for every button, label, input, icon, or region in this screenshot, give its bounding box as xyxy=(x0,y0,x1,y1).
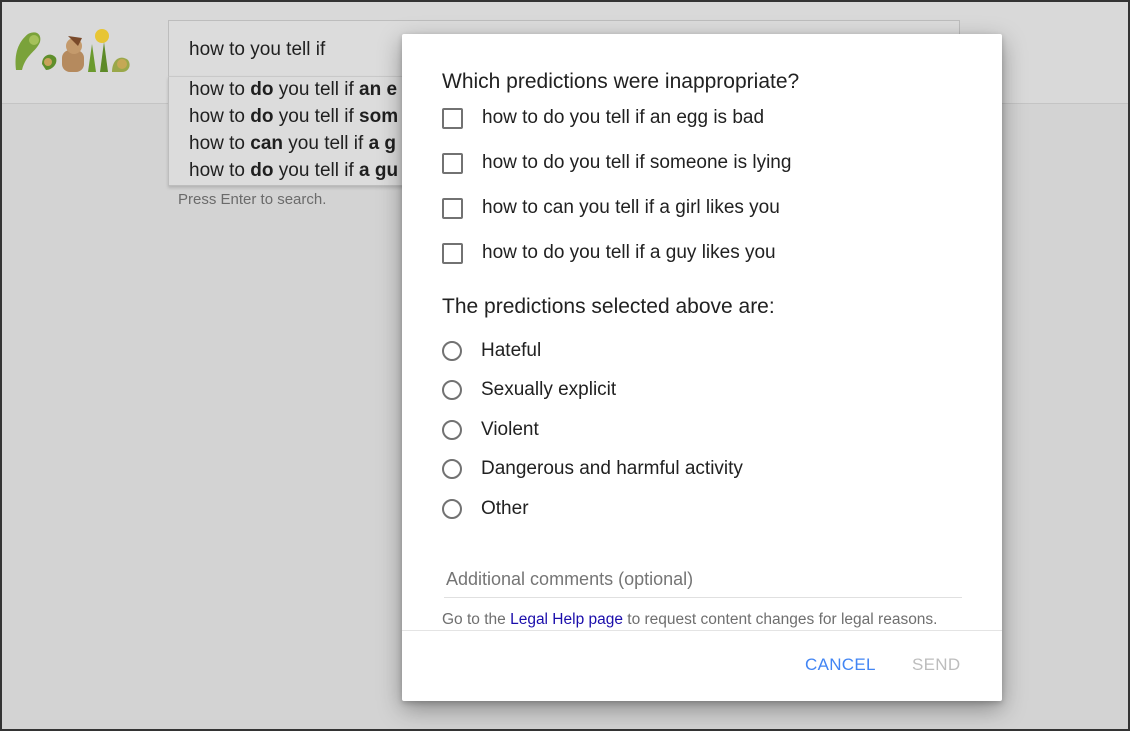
cancel-button[interactable]: CANCEL xyxy=(805,655,876,675)
google-doodle-logo[interactable] xyxy=(12,24,134,76)
legal-help-link[interactable]: Legal Help page xyxy=(510,611,623,628)
prediction-label: how to can you tell if a girl likes you xyxy=(482,197,780,218)
autocomplete-item[interactable]: how to do you tell if an e xyxy=(189,79,397,101)
footer-divider xyxy=(402,630,1002,631)
category-label: Other xyxy=(481,498,529,519)
send-button[interactable]: SEND xyxy=(912,655,960,675)
prediction-label: how to do you tell if someone is lying xyxy=(482,152,792,173)
autocomplete-item[interactable]: how to do you tell if som xyxy=(189,106,398,128)
dialog-question-title: Which predictions were inappropriate? xyxy=(442,70,800,93)
browser-frame: how to you tell if how to do you tell if… xyxy=(0,0,1130,731)
prediction-option[interactable]: how to can you tell if a girl likes you xyxy=(442,196,962,220)
autocomplete-list: how to do you tell if an e how to do you… xyxy=(168,76,428,186)
legal-help-note: Go to the Legal Help page to request con… xyxy=(442,611,938,628)
radio-button[interactable] xyxy=(442,420,462,440)
checkbox[interactable] xyxy=(442,242,463,264)
radio-button[interactable] xyxy=(442,499,462,519)
report-predictions-dialog: Which predictions were inappropriate? ho… xyxy=(402,34,1002,701)
prediction-option[interactable]: how to do you tell if a guy likes you xyxy=(442,241,962,265)
prediction-option[interactable]: how to do you tell if someone is lying xyxy=(442,151,962,175)
category-option-other[interactable]: Other xyxy=(442,497,962,521)
autocomplete-item[interactable]: how to do you tell if a gu xyxy=(189,160,398,182)
radio-button[interactable] xyxy=(442,380,462,400)
prediction-label: how to do you tell if an egg is bad xyxy=(482,107,765,128)
radio-button[interactable] xyxy=(442,459,462,479)
checkbox[interactable] xyxy=(442,107,463,129)
category-option-sexually-explicit[interactable]: Sexually explicit xyxy=(442,378,962,402)
autocomplete-item[interactable]: how to can you tell if a g xyxy=(189,133,396,155)
prediction-label: how to do you tell if a guy likes you xyxy=(482,242,776,263)
checkbox[interactable] xyxy=(442,152,463,174)
category-section-title: The predictions selected above are: xyxy=(442,295,775,318)
category-label: Dangerous and harmful activity xyxy=(481,458,743,479)
category-option-hateful[interactable]: Hateful xyxy=(442,339,962,363)
search-query-text: how to you tell if xyxy=(189,39,326,60)
category-label: Hateful xyxy=(481,340,542,361)
category-option-violent[interactable]: Violent xyxy=(442,418,962,442)
press-enter-hint: Press Enter to search. xyxy=(178,191,327,208)
checkbox[interactable] xyxy=(442,197,463,219)
radio-button[interactable] xyxy=(442,341,462,361)
category-label: Violent xyxy=(481,419,539,440)
category-option-dangerous[interactable]: Dangerous and harmful activity xyxy=(442,457,962,481)
category-label: Sexually explicit xyxy=(481,379,617,400)
additional-comments-input[interactable] xyxy=(444,562,962,598)
prediction-option[interactable]: how to do you tell if an egg is bad xyxy=(442,106,962,130)
